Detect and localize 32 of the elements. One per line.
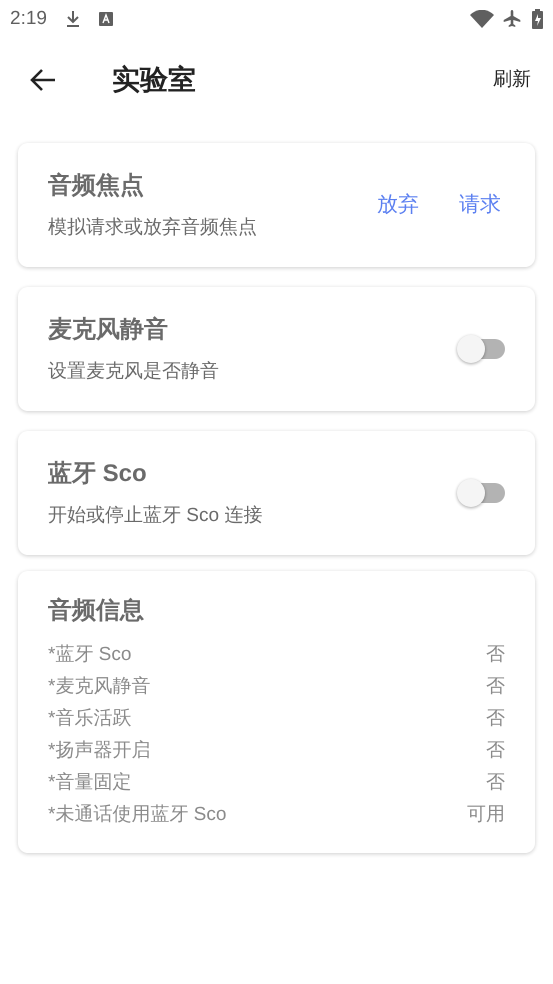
info-value: 否 (486, 738, 505, 763)
info-label: *蓝牙 Sco (48, 642, 132, 667)
card-title: 音频焦点 (48, 170, 145, 201)
info-value: 否 (486, 674, 505, 699)
toggle-switch[interactable] (457, 335, 507, 363)
back-arrow-icon (30, 68, 56, 92)
wifi-icon (470, 10, 494, 28)
page-title: 实验室 (112, 63, 196, 97)
card-title: 音频信息 (48, 596, 145, 626)
card-subtitle: 开始或停止蓝牙 Sco 连接 (48, 504, 264, 528)
info-value: 可用 (467, 802, 505, 827)
text-button[interactable]: 放弃 (377, 189, 419, 221)
text-button[interactable]: 请求 (459, 189, 501, 221)
refresh-button[interactable]: 刷新 (493, 66, 531, 94)
info-label: *未通话使用蓝牙 Sco (48, 802, 226, 827)
info-label: *扬声器开启 (48, 738, 150, 763)
card-subtitle: 模拟请求或放弃音频焦点 (48, 216, 258, 240)
status-time: 2:19 (10, 6, 47, 31)
info-value: 否 (486, 770, 505, 795)
info-label: *音量固定 (48, 770, 132, 795)
app-notification-icon (98, 12, 113, 26)
info-value: 否 (486, 706, 505, 731)
card-title: 麦克风静音 (48, 314, 169, 345)
airplane-mode-icon (502, 9, 522, 29)
info-value: 否 (486, 642, 505, 667)
card-subtitle: 设置麦克风是否静音 (48, 360, 220, 384)
info-label: *麦克风静音 (48, 674, 150, 699)
battery-charging-icon (532, 9, 543, 29)
info-label: *音乐活跃 (48, 706, 132, 731)
card-title: 蓝牙 Sco (48, 458, 148, 489)
download-icon (64, 10, 81, 28)
toggle-switch[interactable] (457, 479, 507, 507)
